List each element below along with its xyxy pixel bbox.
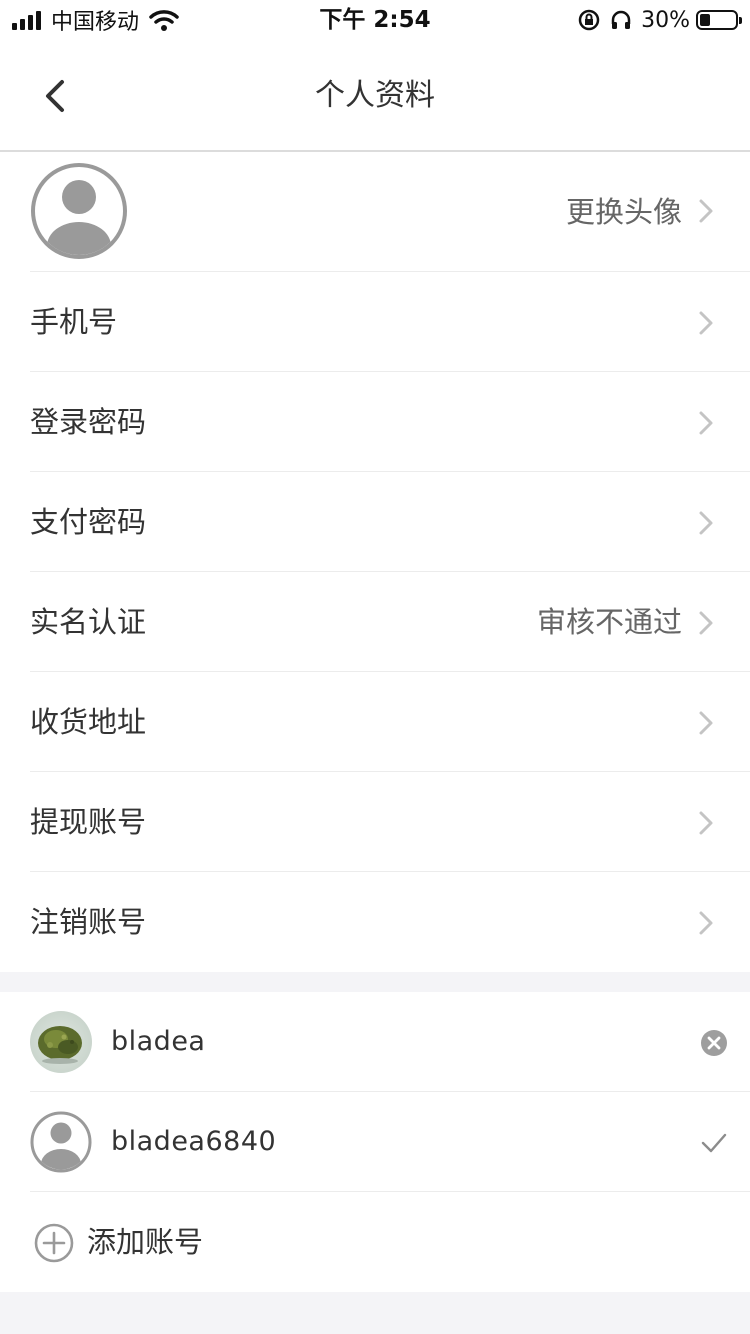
avatar — [31, 163, 127, 259]
account-item[interactable]: bladea — [30, 992, 750, 1092]
headphones-icon — [611, 10, 631, 29]
chevron-right-icon — [699, 611, 713, 635]
account-avatar-photo — [30, 1011, 92, 1073]
chevron-right-icon — [699, 311, 713, 335]
row-label: 注销账号 — [30, 905, 147, 939]
change-avatar-row[interactable]: 更换头像 — [30, 152, 750, 272]
status-bar: 中国移动 下午 2:54 30% — [0, 0, 750, 40]
chevron-right-icon — [699, 911, 713, 935]
account-name: bladea6840 — [111, 1126, 277, 1157]
chevron-right-icon — [699, 411, 713, 435]
delete-account-row[interactable]: 注销账号 — [30, 872, 750, 972]
add-account-label: 添加账号 — [87, 1225, 204, 1259]
page-title: 个人资料 — [315, 78, 435, 113]
row-label: 收货地址 — [30, 705, 147, 739]
profile-section: 更换头像 手机号 登录密码 支付密码 实名认证 审核不通过 收货地址 提现账号 … — [0, 152, 750, 972]
account-avatar — [30, 1111, 92, 1173]
navigation-bar: 个人资料 — [0, 40, 750, 152]
chevron-right-icon — [699, 199, 713, 223]
remove-circle-icon[interactable] — [700, 1029, 728, 1057]
orientation-lock-icon — [578, 9, 600, 31]
chevron-right-icon — [699, 711, 713, 735]
battery-percent: 30% — [641, 7, 690, 33]
login-password-row[interactable]: 登录密码 — [30, 372, 750, 472]
add-account-button[interactable]: 添加账号 — [30, 1192, 750, 1292]
account-item[interactable]: bladea6840 — [30, 1092, 750, 1192]
row-label: 支付密码 — [30, 505, 147, 539]
withdrawal-account-row[interactable]: 提现账号 — [30, 772, 750, 872]
row-label: 实名认证 — [30, 605, 147, 639]
real-name-verification-row[interactable]: 实名认证 审核不通过 — [30, 572, 750, 672]
verification-status: 审核不通过 — [536, 605, 682, 639]
row-label: 登录密码 — [30, 405, 147, 439]
chevron-right-icon — [699, 511, 713, 535]
payment-password-row[interactable]: 支付密码 — [30, 472, 750, 572]
status-right: 30% — [577, 6, 742, 34]
accounts-section: bladea bladea6840 添加账号 — [0, 992, 750, 1292]
phone-number-row[interactable]: 手机号 — [30, 272, 750, 372]
plus-circle-icon — [34, 1223, 74, 1263]
row-label: 手机号 — [30, 305, 118, 339]
battery-icon — [696, 10, 742, 30]
checkmark-icon — [701, 1133, 727, 1153]
change-avatar-label: 更换头像 — [565, 195, 682, 229]
row-label: 提现账号 — [30, 805, 147, 839]
chevron-right-icon — [699, 811, 713, 835]
shipping-address-row[interactable]: 收货地址 — [30, 672, 750, 772]
account-name: bladea — [111, 1026, 206, 1057]
